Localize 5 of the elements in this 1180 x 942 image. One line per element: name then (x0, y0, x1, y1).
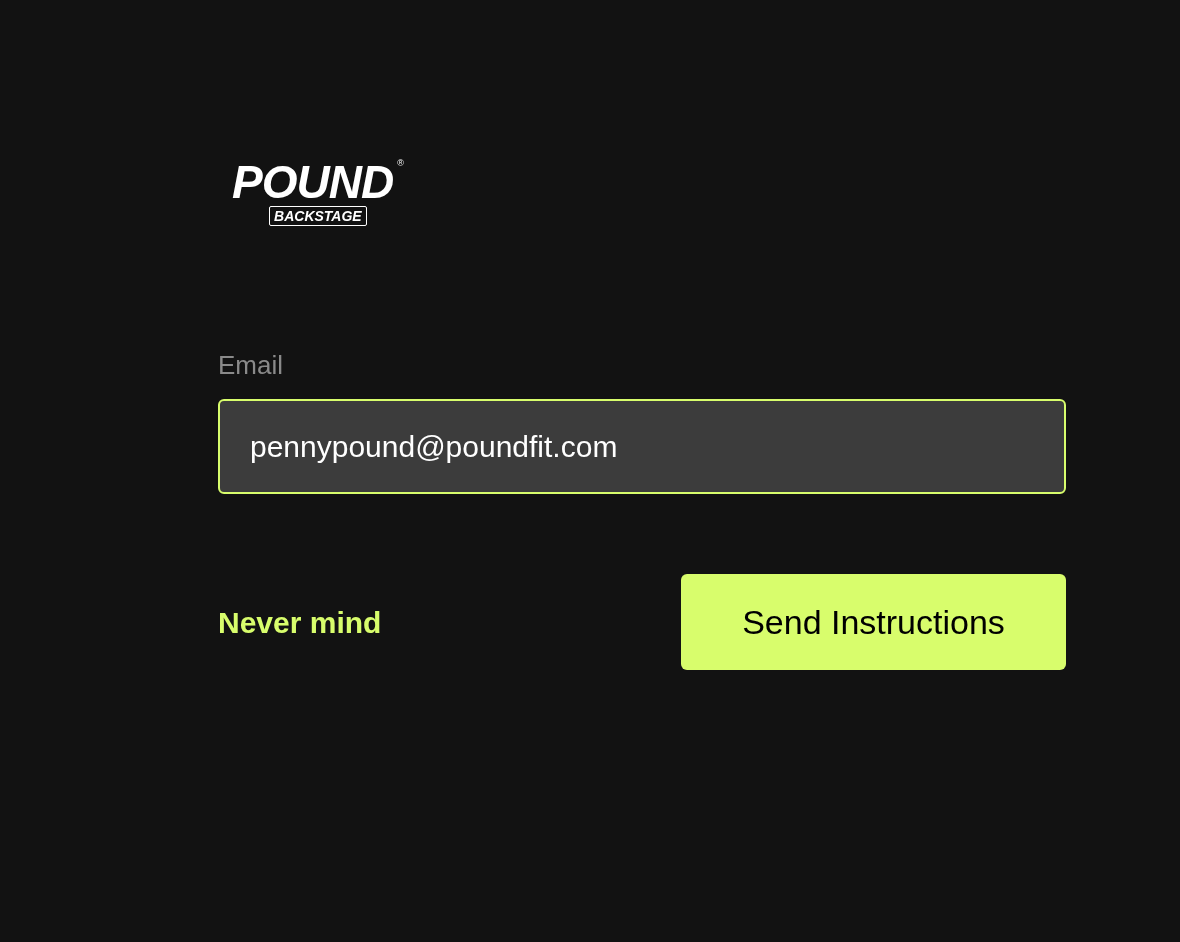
never-mind-link[interactable]: Never mind (218, 599, 382, 645)
logo: POUND® BACKSTAGE (232, 158, 404, 228)
email-label: Email (218, 349, 284, 382)
email-field[interactable]: pennypound@poundfit.com (218, 399, 1066, 494)
send-button[interactable]: Send Instructions (681, 574, 1066, 670)
